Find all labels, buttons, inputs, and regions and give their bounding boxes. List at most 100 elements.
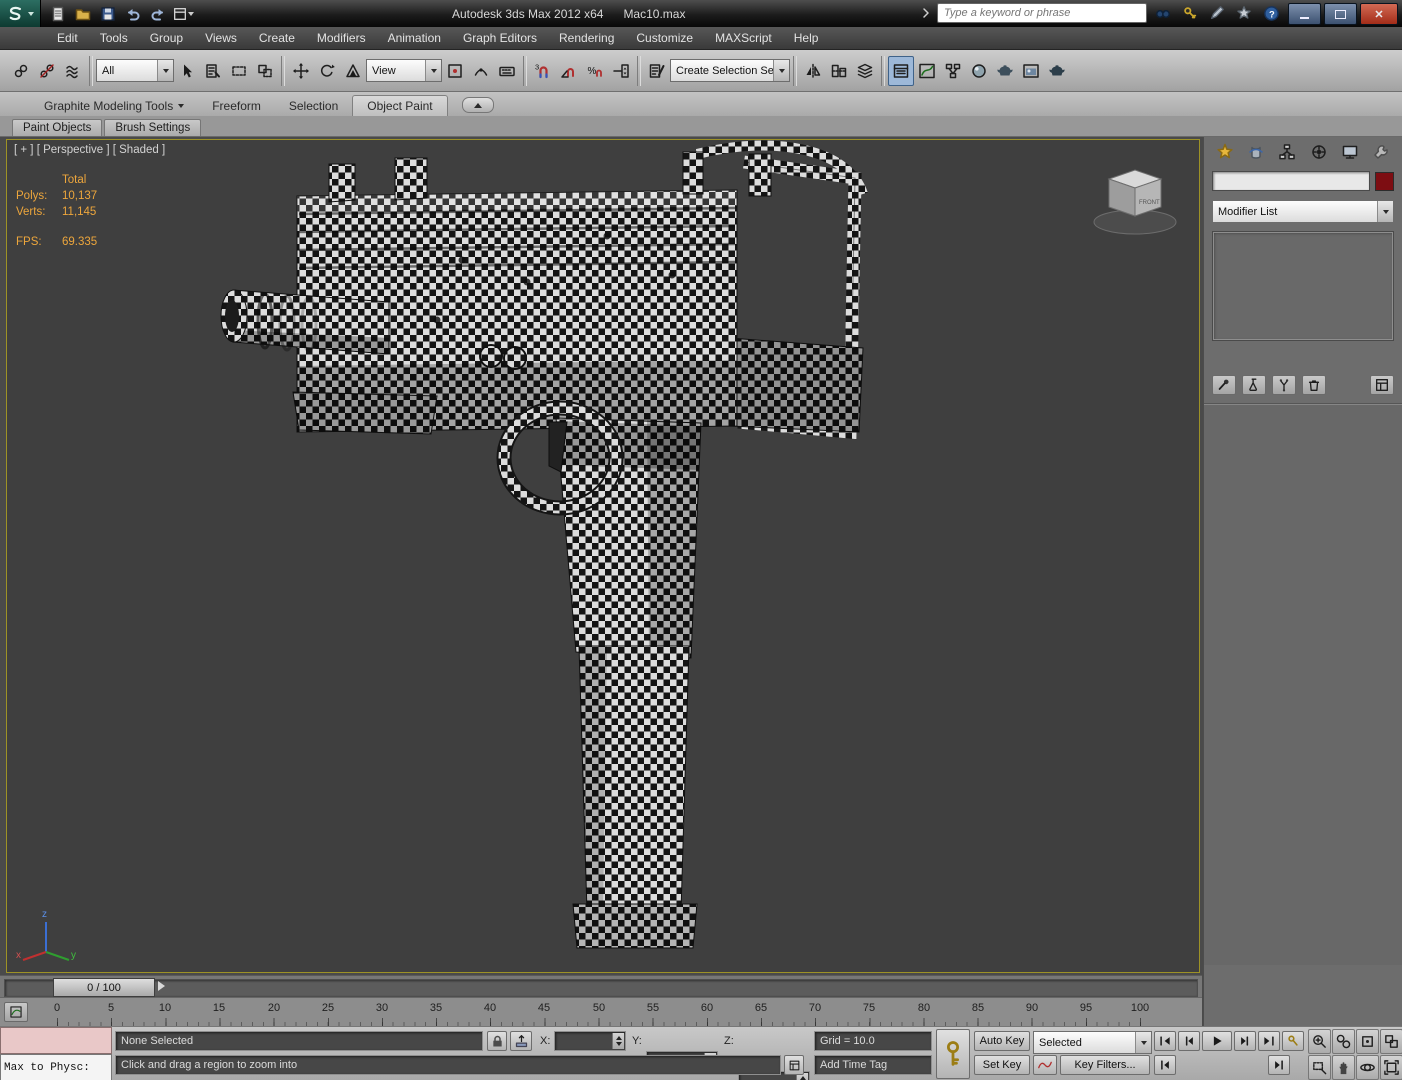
- communication-pen-icon[interactable]: [1206, 3, 1228, 23]
- menu-tools[interactable]: Tools: [89, 27, 139, 50]
- display-tab-icon[interactable]: [1337, 141, 1363, 163]
- rectangular-selection-region-icon[interactable]: [226, 56, 252, 86]
- percent-snap-toggle-icon[interactable]: %: [582, 56, 608, 86]
- modifier-stack-list[interactable]: [1212, 231, 1394, 341]
- open-mini-curve-editor-icon[interactable]: [4, 1002, 28, 1022]
- dropdown-button[interactable]: [773, 60, 789, 81]
- unlink-selection-icon[interactable]: [34, 56, 60, 86]
- track-bar[interactable]: 0 5 10 15 20 25 30 35 40 45 50 55 60 65 …: [0, 997, 1202, 1027]
- subtab-brush-settings[interactable]: Brush Settings: [104, 119, 202, 136]
- make-unique-icon[interactable]: [1272, 375, 1296, 395]
- schematic-view-icon[interactable]: [940, 56, 966, 86]
- prompt-pan-icon[interactable]: [784, 1055, 804, 1075]
- spinner-snap-toggle-icon[interactable]: [608, 56, 634, 86]
- help-icon[interactable]: ?: [1260, 3, 1282, 23]
- zoom-icon[interactable]: [1308, 1029, 1331, 1054]
- selection-filter-dropdown[interactable]: All: [96, 59, 174, 82]
- angle-snap-toggle-icon[interactable]: [556, 56, 582, 86]
- select-and-rotate-icon[interactable]: [314, 56, 340, 86]
- close-button[interactable]: ✕: [1360, 3, 1398, 25]
- modify-tab-icon[interactable]: [1243, 141, 1269, 163]
- rendered-frame-window-icon[interactable]: [1018, 56, 1044, 86]
- minimize-button[interactable]: [1288, 3, 1321, 25]
- workspace-dropdown-button[interactable]: [172, 4, 194, 24]
- object-name-field[interactable]: [1212, 171, 1370, 191]
- default-tangent-icon[interactable]: [1033, 1055, 1057, 1075]
- select-and-scale-icon[interactable]: [340, 56, 366, 86]
- absolute-offset-mode-icon[interactable]: [510, 1031, 532, 1051]
- menu-create[interactable]: Create: [248, 27, 306, 50]
- key-mode-toggle-icon[interactable]: [1282, 1031, 1304, 1051]
- application-menu-button[interactable]: [0, 0, 41, 27]
- show-end-result-icon[interactable]: [1242, 375, 1266, 395]
- tab-selection[interactable]: Selection: [275, 96, 352, 116]
- bind-to-space-warp-icon[interactable]: [60, 56, 86, 86]
- layer-manager-icon[interactable]: [852, 56, 878, 86]
- zoom-all-icon[interactable]: [1332, 1029, 1355, 1054]
- graphite-ribbon-toggle-icon[interactable]: [888, 55, 914, 86]
- dropdown-button[interactable]: [425, 60, 441, 81]
- x-coordinate-field[interactable]: [554, 1031, 626, 1051]
- previous-frame-button[interactable]: [1178, 1031, 1200, 1051]
- modifier-list-dropdown[interactable]: Modifier List: [1212, 200, 1394, 223]
- next-frame-nudge-icon[interactable]: [158, 981, 165, 991]
- add-time-tag-field[interactable]: Add Time Tag: [814, 1055, 932, 1075]
- menu-help[interactable]: Help: [783, 27, 830, 50]
- tab-object-paint[interactable]: Object Paint: [352, 95, 448, 116]
- menu-animation[interactable]: Animation: [377, 27, 452, 50]
- pan-hand-icon[interactable]: [1332, 1055, 1355, 1080]
- edit-named-selection-sets-icon[interactable]: [644, 56, 670, 86]
- set-keys-big-key-button[interactable]: [936, 1029, 970, 1079]
- dropdown-button[interactable]: [1377, 201, 1393, 222]
- menu-group[interactable]: Group: [139, 27, 194, 50]
- maximize-viewport-toggle-icon[interactable]: [1380, 1055, 1402, 1080]
- menu-rendering[interactable]: Rendering: [548, 27, 625, 50]
- tab-freeform[interactable]: Freeform: [198, 96, 275, 116]
- key-filters-button[interactable]: Key Filters...: [1060, 1055, 1150, 1075]
- menu-modifiers[interactable]: Modifiers: [306, 27, 377, 50]
- search-icon[interactable]: [1152, 3, 1174, 23]
- subtab-paint-objects[interactable]: Paint Objects: [12, 119, 103, 136]
- infocenter-caret-icon[interactable]: [920, 7, 932, 19]
- mac10-model[interactable]: [7, 140, 1199, 972]
- remove-modifier-icon[interactable]: [1302, 375, 1326, 395]
- maxscript-macro-recorder[interactable]: [0, 1027, 112, 1054]
- pin-stack-icon[interactable]: [1212, 375, 1236, 395]
- x-spinner[interactable]: [612, 1033, 624, 1049]
- favorites-star-icon[interactable]: [1233, 3, 1255, 23]
- align-icon[interactable]: [826, 56, 852, 86]
- material-editor-icon[interactable]: [966, 56, 992, 86]
- go-to-start-button[interactable]: [1154, 1031, 1176, 1051]
- subscription-key-icon[interactable]: [1179, 3, 1201, 23]
- open-file-button[interactable]: [72, 4, 94, 24]
- reference-coordinate-system-dropdown[interactable]: View: [366, 59, 442, 82]
- select-by-name-icon[interactable]: [200, 56, 226, 86]
- undo-button[interactable]: [122, 4, 144, 24]
- mirror-icon[interactable]: [800, 56, 826, 86]
- next-frame-button[interactable]: [1234, 1031, 1256, 1051]
- search-input[interactable]: [937, 3, 1147, 23]
- orbit-icon[interactable]: [1356, 1055, 1379, 1080]
- menu-views[interactable]: Views: [194, 27, 248, 50]
- next-key-button[interactable]: [1268, 1055, 1290, 1075]
- select-object-icon[interactable]: [174, 56, 200, 86]
- view-cube[interactable]: FRONT: [1087, 162, 1183, 240]
- time-slider-handle[interactable]: 0 / 100: [53, 978, 155, 997]
- time-slider-track[interactable]: [4, 979, 1198, 997]
- key-mode-dropdown[interactable]: Selected: [1033, 1031, 1152, 1054]
- save-file-button[interactable]: [97, 4, 119, 24]
- menu-customize[interactable]: Customize: [625, 27, 704, 50]
- maxscript-mini-listener[interactable]: Max to Physc:: [0, 1054, 112, 1080]
- snaps-toggle-icon[interactable]: 3: [530, 56, 556, 86]
- selection-lock-icon[interactable]: [487, 1031, 507, 1051]
- select-and-link-icon[interactable]: [8, 56, 34, 86]
- render-production-icon[interactable]: [1044, 56, 1070, 86]
- keyboard-shortcut-override-icon[interactable]: [494, 56, 520, 86]
- tab-graphite-modeling-tools[interactable]: Graphite Modeling Tools: [30, 96, 198, 116]
- menu-maxscript[interactable]: MAXScript: [704, 27, 783, 50]
- dropdown-button[interactable]: [157, 60, 173, 81]
- create-tab-icon[interactable]: [1212, 141, 1238, 163]
- use-pivot-point-center-icon[interactable]: [442, 56, 468, 86]
- menu-edit[interactable]: Edit: [46, 27, 89, 50]
- configure-modifier-sets-icon[interactable]: [1370, 375, 1394, 395]
